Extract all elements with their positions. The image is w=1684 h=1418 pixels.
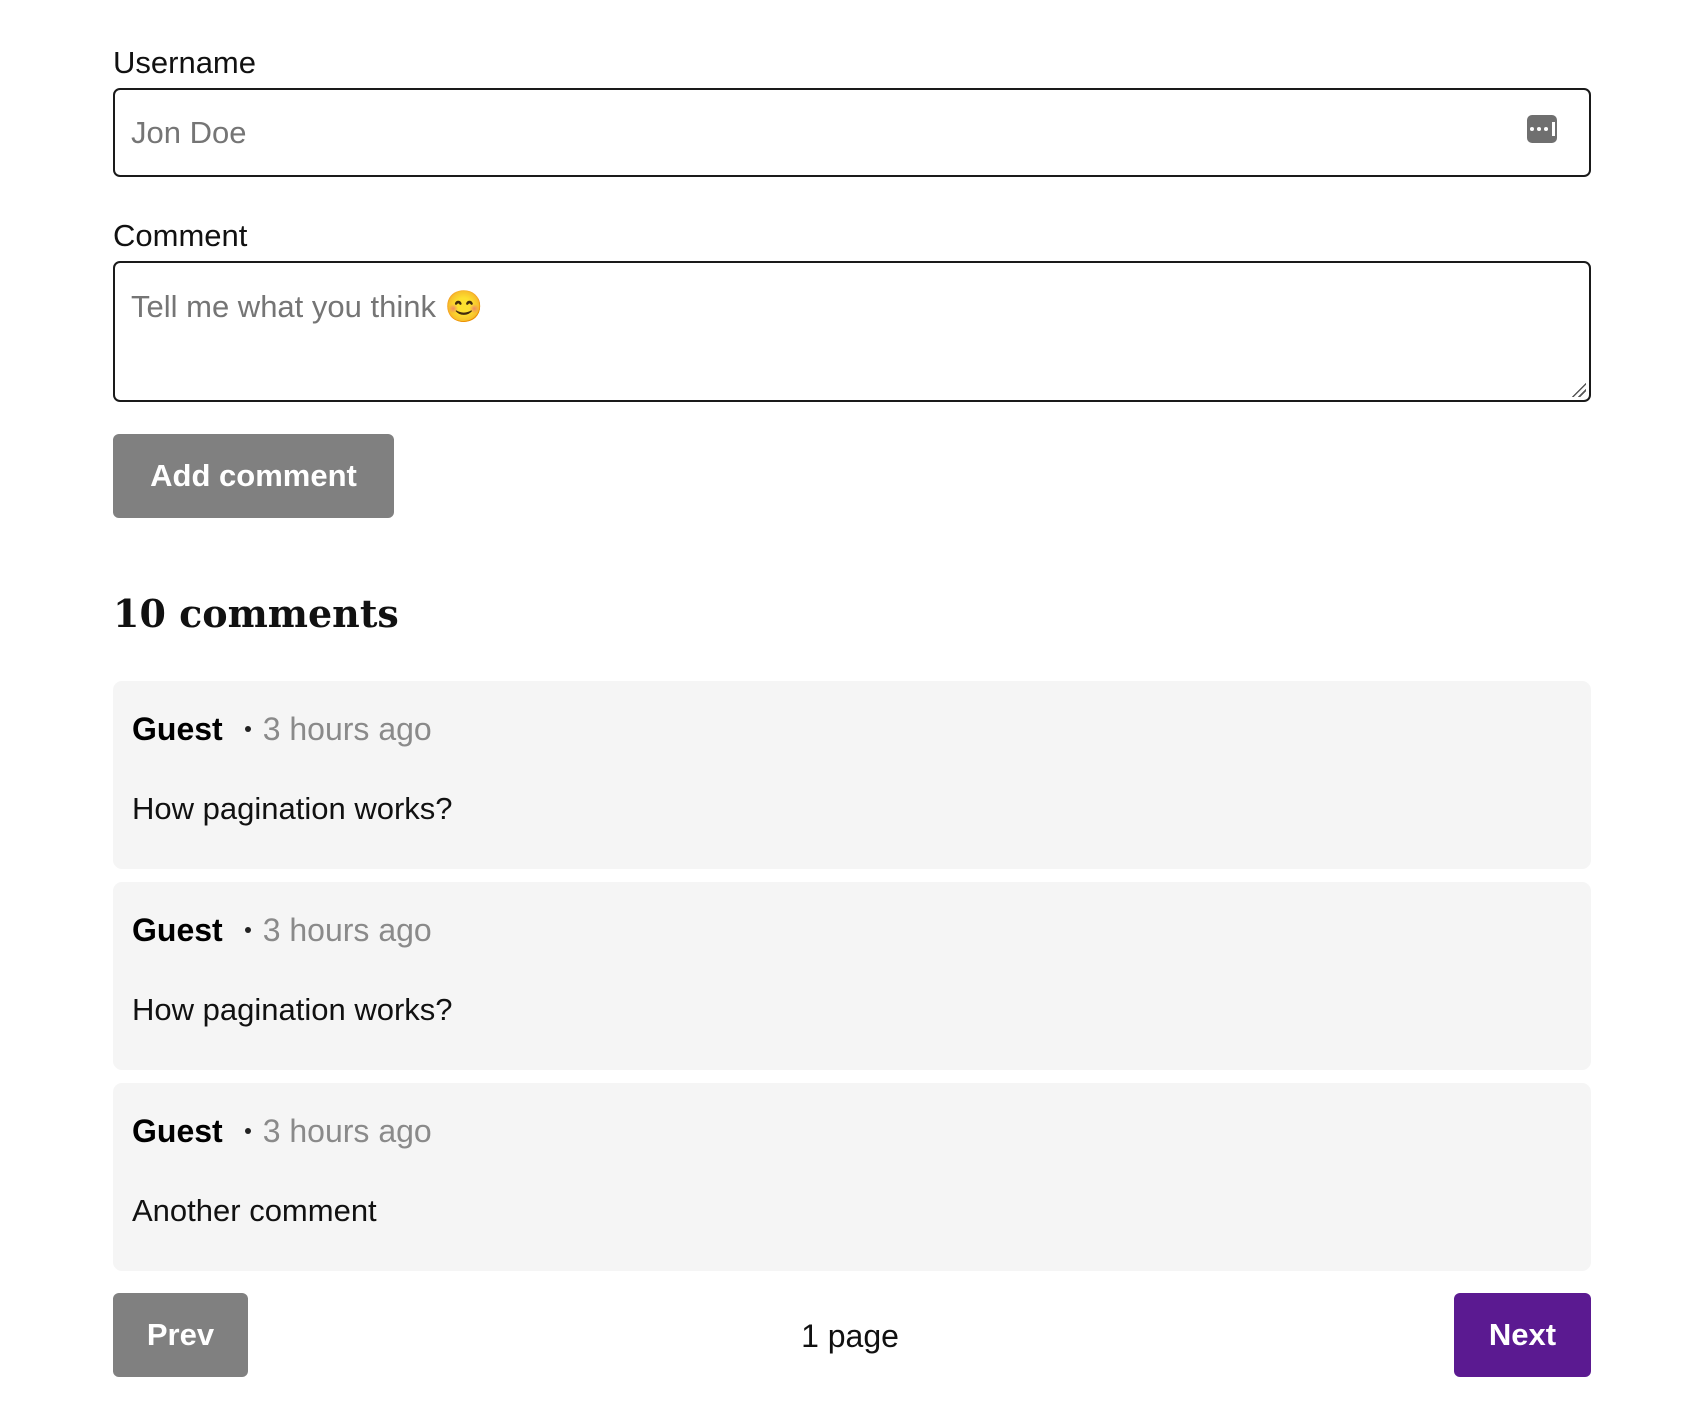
comments-count-heading: 10 comments	[113, 591, 399, 636]
separator-dot-icon	[244, 726, 251, 732]
comment-timestamp: 3 hours ago	[262, 711, 432, 747]
next-page-button[interactable]: Next	[1454, 1293, 1591, 1377]
comment-meta: Guest 3 hours ago	[132, 709, 432, 749]
comment-item: Guest 3 hours ago How pagination works?	[113, 882, 1591, 1070]
prev-page-button[interactable]: Prev	[113, 1293, 248, 1377]
comment-meta: Guest 3 hours ago	[132, 910, 432, 950]
comment-body: How pagination works?	[132, 992, 453, 1027]
comment-meta: Guest 3 hours ago	[132, 1111, 432, 1151]
add-comment-button[interactable]: Add comment	[113, 434, 394, 518]
separator-dot-icon	[244, 1128, 251, 1134]
username-input[interactable]	[113, 88, 1591, 177]
comment-author: Guest	[132, 912, 223, 948]
username-label: Username	[113, 45, 256, 80]
resize-handle-icon[interactable]	[1570, 381, 1586, 397]
comment-textarea[interactable]	[113, 261, 1591, 402]
comment-label: Comment	[113, 218, 248, 253]
comment-item: Guest 3 hours ago Another comment	[113, 1083, 1591, 1271]
password-autofill-icon[interactable]	[1527, 115, 1557, 143]
comment-timestamp: 3 hours ago	[262, 1113, 432, 1149]
comment-item: Guest 3 hours ago How pagination works?	[113, 681, 1591, 869]
page-indicator: 1 page	[801, 1318, 899, 1354]
comment-timestamp: 3 hours ago	[262, 912, 432, 948]
separator-dot-icon	[244, 927, 251, 933]
comment-author: Guest	[132, 1113, 223, 1149]
comment-author: Guest	[132, 711, 223, 747]
comment-body: How pagination works?	[132, 791, 453, 826]
comment-body: Another comment	[132, 1193, 377, 1228]
